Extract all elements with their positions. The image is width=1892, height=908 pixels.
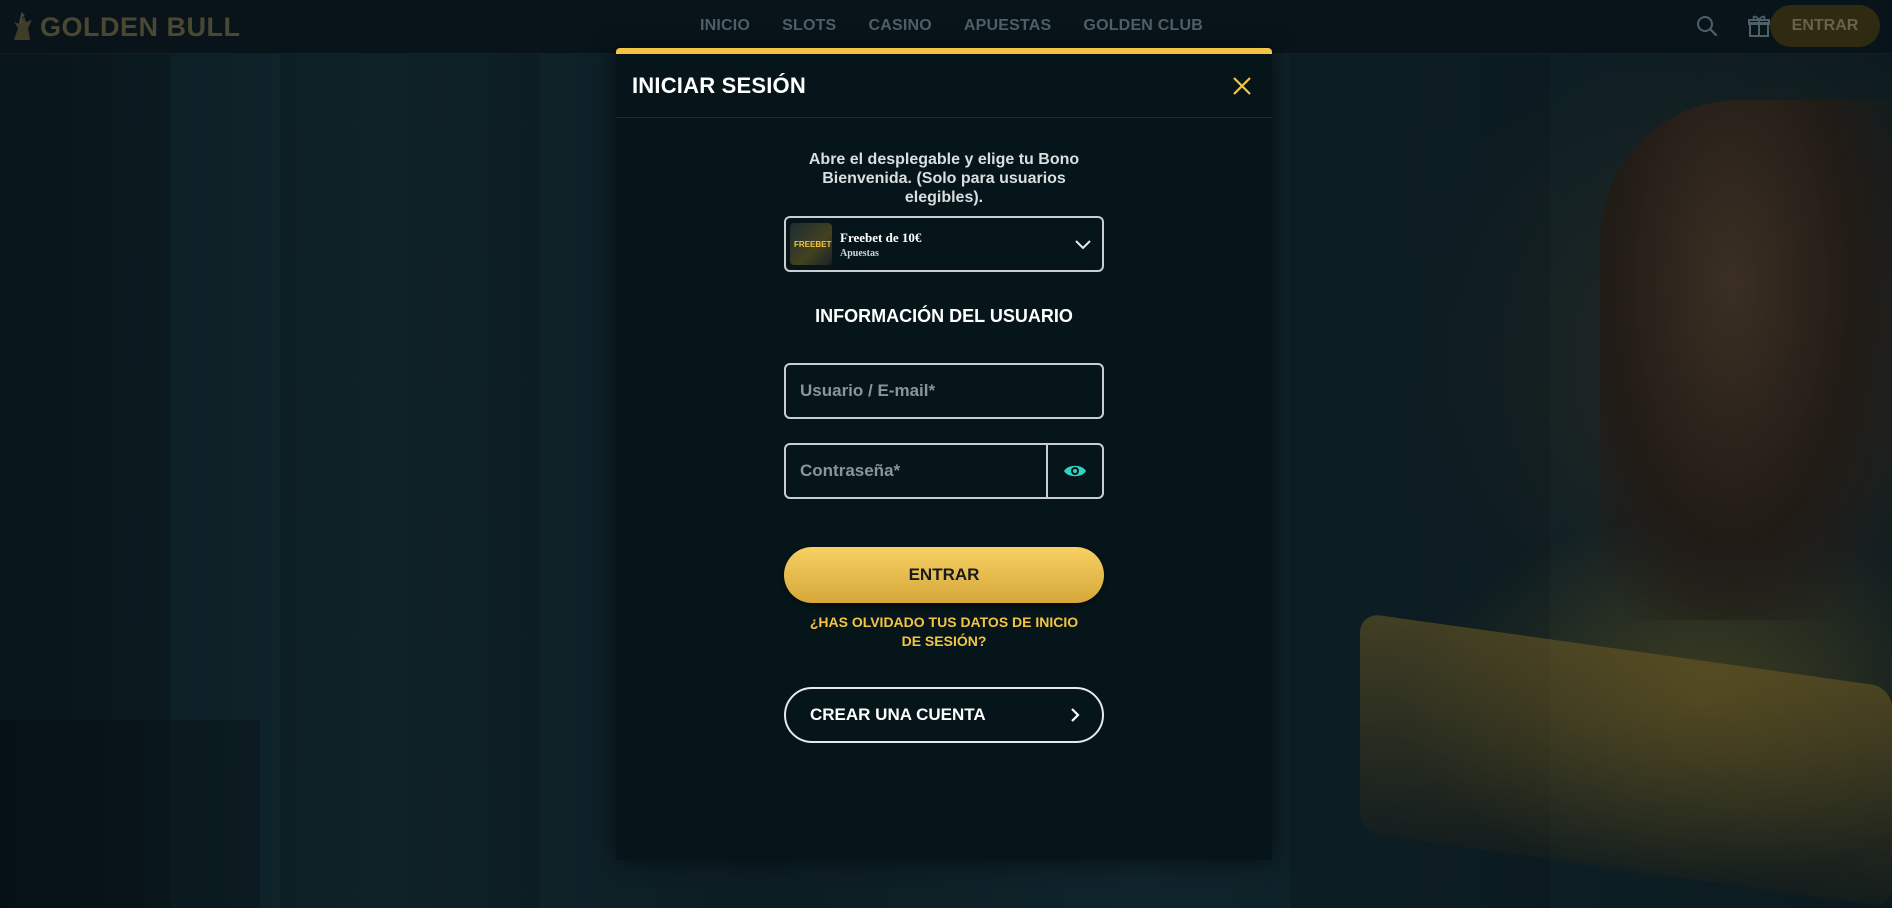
- user-info-heading: INFORMACIÓN DEL USUARIO: [815, 306, 1073, 326]
- gift-icon[interactable]: [1746, 13, 1772, 39]
- background-character: [1600, 100, 1892, 620]
- background-curtain: [280, 54, 540, 908]
- login-button[interactable]: ENTRAR: [784, 547, 1104, 603]
- bonus-thumbnail-label: FREEBET: [794, 240, 832, 249]
- nav-item-inicio[interactable]: INICIO: [700, 17, 750, 35]
- eye-icon: [1064, 465, 1086, 477]
- create-account-button[interactable]: CREAR UNA CUENTA: [784, 687, 1104, 743]
- chevron-right-icon: [1071, 708, 1080, 722]
- password-input[interactable]: [786, 445, 1046, 497]
- search-icon[interactable]: [1694, 13, 1720, 39]
- bonus-dropdown[interactable]: FREEBET Freebet de 10€ Apuestas: [784, 216, 1104, 272]
- nav-item-golden-club[interactable]: GOLDEN CLUB: [1083, 17, 1203, 35]
- nav-item-slots[interactable]: SLOTS: [782, 17, 836, 35]
- header-actions: [1694, 13, 1772, 39]
- modal-header: INICIAR SESIÓN: [616, 54, 1272, 118]
- show-password-button[interactable]: [1046, 445, 1102, 497]
- nav-item-apuestas[interactable]: APUESTAS: [964, 17, 1052, 35]
- bull-logo-icon: [14, 12, 32, 40]
- bonus-info: Freebet de 10€ Apuestas: [840, 230, 1072, 259]
- modal-title: INICIAR SESIÓN: [632, 72, 806, 98]
- nav-item-casino[interactable]: CASINO: [868, 17, 931, 35]
- password-field: [784, 443, 1104, 499]
- brand-logo[interactable]: GOLDEN BULL: [8, 8, 241, 46]
- brand-name: GOLDEN BULL: [40, 11, 241, 42]
- login-form: Abre el desplegable y elige tu Bono Bien…: [784, 150, 1104, 743]
- create-account-label: CREAR UNA CUENTA: [810, 705, 986, 724]
- main-nav: INICIO SLOTS CASINO APUESTAS GOLDEN CLUB: [700, 0, 1203, 52]
- close-button[interactable]: [1228, 72, 1256, 100]
- background-furniture: [0, 720, 260, 908]
- username-field: [784, 363, 1104, 419]
- bonus-prompt: Abre el desplegable y elige tu Bono Bien…: [808, 151, 1080, 206]
- header-login-button[interactable]: ENTRAR: [1770, 5, 1880, 47]
- username-input[interactable]: [786, 365, 1102, 417]
- bonus-thumbnail: FREEBET: [790, 223, 832, 265]
- login-modal: INICIAR SESIÓN Abre el desplegable y eli…: [616, 48, 1272, 860]
- bonus-category: Apuestas: [840, 247, 879, 259]
- forgot-credentials-link[interactable]: ¿HAS OLVIDADO TUS DATOS DE INICIO DE SES…: [784, 613, 1104, 651]
- bonus-title: Freebet de 10€: [840, 229, 922, 245]
- top-navigation: GOLDEN BULL INICIO SLOTS CASINO APUESTAS…: [0, 0, 1892, 54]
- close-icon: [1233, 76, 1251, 95]
- chevron-down-icon: [1075, 240, 1091, 250]
